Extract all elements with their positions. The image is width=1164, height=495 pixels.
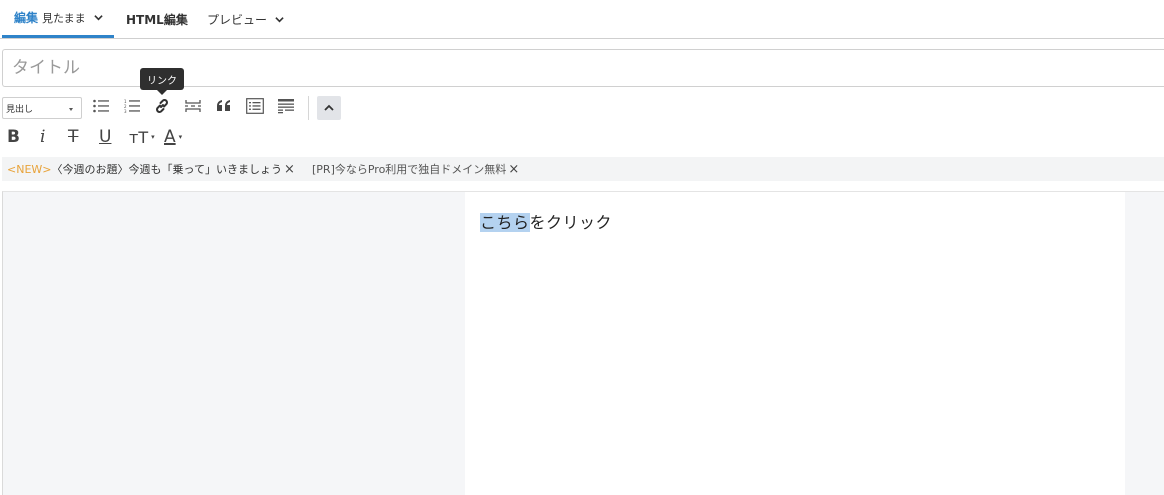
tab-html-edit[interactable]: HTML編集 [126,0,188,38]
blockquote-icon [217,100,230,111]
link-tooltip: リンク [140,68,184,90]
font-size-button[interactable]: тT ▾ [129,127,155,147]
link-icon [156,99,168,113]
svg-text:3: 3 [124,109,127,113]
close-icon[interactable]: × [508,162,519,177]
summary-button[interactable] [275,95,297,117]
tab-preview[interactable]: プレビュー [207,0,284,38]
chevron-down-icon[interactable] [275,15,284,24]
italic-icon: i [40,127,46,147]
bulleted-list-icon [93,99,109,113]
bold-icon: B [7,127,20,147]
table-of-contents-icon [246,98,264,114]
new-badge: <NEW> [7,162,52,176]
bold-button[interactable]: B [7,127,20,147]
heading-select-value: 見出し [6,104,34,115]
bulleted-list-button[interactable] [90,95,112,117]
blockquote-button[interactable] [213,95,235,117]
tab-edit-wysiwyg[interactable]: 編集 見たまま [2,0,114,38]
more-separator-icon [185,100,201,112]
text-color-button[interactable]: A ▾ [164,127,182,147]
numbered-list-button[interactable]: 1 2 3 [121,95,143,117]
numbered-list-icon: 1 2 3 [124,99,140,113]
toolbar-divider [308,96,309,120]
text-color-icon: A [164,127,176,147]
italic-button[interactable]: i [40,127,45,147]
close-icon[interactable]: × [284,162,295,177]
collapse-toolbar-button[interactable] [317,96,341,120]
tab-html-label: HTML編集 [126,12,188,27]
link-button[interactable] [151,95,173,117]
weekly-topic-text[interactable]: 〈今週のお題〉今週も「乗って」いきましょう [52,161,282,177]
underline-button[interactable]: U [99,127,111,147]
tab-edit-mode: 見たまま [42,11,86,25]
dropdown-caret-icon: ▾ [178,133,183,141]
weekly-topic-notice[interactable]: <NEW> 〈今週のお題〉今週も「乗って」いきましょう × [7,157,295,181]
strikethrough-icon: T [68,127,79,147]
tab-preview-label: プレビュー [207,12,268,27]
pr-notice[interactable]: [PR]今ならPro利用で独自ドメイン無料 × [312,157,519,181]
selected-text[interactable]: こちら [480,213,530,232]
pr-notice-text[interactable]: [PR]今ならPro利用で独自ドメイン無料 [312,161,506,177]
editor-tabs: 編集 見たまま HTML編集 プレビュー [0,0,1164,39]
tooltip-arrow [157,90,167,95]
heading-select[interactable]: 見出し [2,97,82,119]
dropdown-caret-icon: ▾ [151,133,155,141]
font-size-icon: тT [129,127,149,147]
body-text[interactable]: をクリック [530,213,613,232]
strikethrough-button[interactable]: T [68,127,78,147]
select-arrow-icon [69,108,73,111]
chevron-down-icon[interactable] [94,13,103,22]
underline-icon: U [99,127,112,147]
chevron-up-icon [324,104,334,111]
editor-content[interactable]: こちらをクリック [480,209,612,233]
notice-bar: <NEW> 〈今週のお題〉今週も「乗って」いきましょう × [PR]今ならPro… [2,157,1164,181]
tab-edit-label: 編集 [14,11,39,25]
more-separator-button[interactable] [182,95,204,117]
table-of-contents-button[interactable] [244,95,266,117]
editor-body[interactable] [465,192,1125,495]
summary-icon [278,99,294,114]
